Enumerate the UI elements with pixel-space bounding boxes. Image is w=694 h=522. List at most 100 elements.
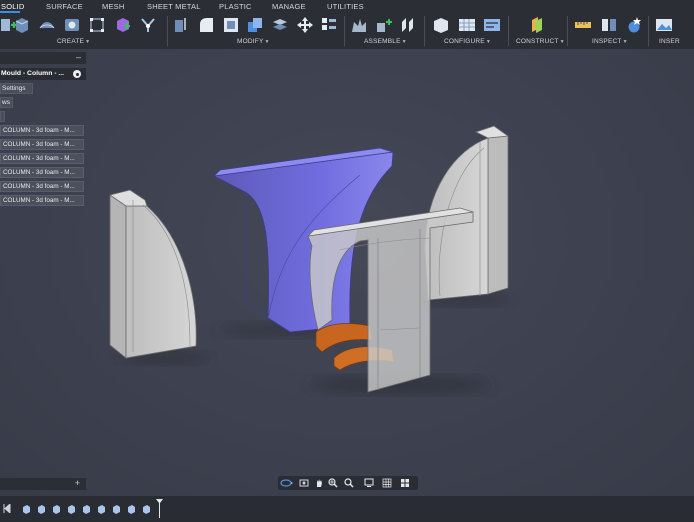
orbit-icon[interactable]: [280, 478, 294, 488]
inspect-group-label[interactable]: INSPECT▼: [592, 38, 628, 45]
configure-label-text: CONFIGURE: [444, 38, 485, 45]
interference-icon[interactable]: [600, 16, 618, 34]
collapse-browser-icon[interactable]: –: [76, 52, 81, 62]
create-form-icon[interactable]: [114, 16, 132, 34]
combine-icon[interactable]: [246, 16, 264, 34]
browser-node-label: ws: [2, 99, 10, 106]
timeline-feature-icon[interactable]: [37, 504, 46, 514]
create-dropdown-icon: ▼: [85, 39, 91, 45]
timeline-feature-icon[interactable]: [82, 504, 91, 514]
inspect-label-text: INSPECT: [592, 38, 622, 45]
create-group-label[interactable]: CREATE▼: [57, 38, 90, 45]
browser-document-root[interactable]: Mould - Column - ...: [0, 68, 86, 80]
timeline-feature-icon[interactable]: [127, 504, 136, 514]
toolbar-separator: [344, 16, 345, 46]
browser-panel-header: –: [0, 52, 86, 64]
timeline-start-icon[interactable]: [3, 504, 11, 513]
split-body-icon[interactable]: [271, 16, 289, 34]
configure-group-label[interactable]: CONFIGURE▼: [444, 38, 491, 45]
toolbar-separator: [167, 16, 168, 46]
shell-icon[interactable]: [222, 16, 240, 34]
offset-plane-icon[interactable]: [528, 16, 546, 34]
timeline-feature-icon[interactable]: [97, 504, 106, 514]
parameters-icon[interactable]: [320, 16, 338, 34]
component-label: COLUMN - 3d foam - M...: [3, 197, 75, 204]
assemble-label-text: ASSEMBLE: [364, 38, 401, 45]
configuration-table-icon[interactable]: [458, 16, 476, 34]
browser-node-collapsed[interactable]: [0, 111, 5, 122]
browser-item-component[interactable]: COLUMN - 3d foam - M...: [0, 195, 84, 206]
viewport-canvas[interactable]: [0, 0, 694, 522]
configure-design-icon[interactable]: [432, 16, 450, 34]
zoom-icon[interactable]: [328, 478, 338, 488]
tab-mesh[interactable]: MESH: [102, 2, 124, 11]
move-icon[interactable]: [296, 16, 314, 34]
revolve-icon[interactable]: [38, 16, 56, 34]
derive-icon[interactable]: [139, 16, 157, 34]
look-at-icon[interactable]: [299, 478, 309, 488]
create-label-text: CREATE: [57, 38, 85, 45]
construct-group-label[interactable]: CONSTRUCT▼: [516, 38, 565, 45]
component-label: COLUMN - 3d foam - M...: [3, 127, 75, 134]
tab-surface[interactable]: SURFACE: [46, 2, 83, 11]
component-label: COLUMN - 3d foam - M...: [3, 183, 75, 190]
toolbar-separator: [424, 16, 425, 46]
tab-utilities[interactable]: UTILITIES: [327, 2, 364, 11]
insert-group-label[interactable]: INSER: [659, 38, 680, 45]
hole-icon[interactable]: [63, 16, 81, 34]
component-label: COLUMN - 3d foam - M...: [3, 169, 75, 176]
add-comment-icon[interactable]: +: [75, 478, 80, 488]
component-label: COLUMN - 3d foam - M...: [3, 141, 75, 148]
modify-label-text: MODIFY: [237, 38, 264, 45]
press-pull-icon[interactable]: [172, 16, 190, 34]
browser-item-component[interactable]: COLUMN - 3d foam - M...: [0, 167, 84, 178]
timeline-feature-icon[interactable]: [22, 504, 31, 514]
active-document-radio-icon[interactable]: [73, 70, 81, 78]
zoom-window-icon[interactable]: [344, 478, 354, 488]
timeline-feature-icon[interactable]: [67, 504, 76, 514]
insert-label-text: INSER: [659, 38, 680, 45]
browser-item-component[interactable]: COLUMN - 3d foam - M...: [0, 125, 84, 136]
document-name: Mould - Column - ...: [1, 70, 65, 77]
insert-image-icon[interactable]: [655, 16, 673, 34]
browser-item-component[interactable]: COLUMN - 3d foam - M...: [0, 153, 84, 164]
toolbar-separator: [567, 16, 568, 46]
viewports-icon[interactable]: [400, 478, 410, 488]
tab-solid[interactable]: SOLID: [1, 2, 25, 11]
timeline-marker-icon[interactable]: [155, 499, 164, 518]
configuration-rules-icon[interactable]: [483, 16, 501, 34]
assemble-dropdown-icon: ▼: [401, 39, 407, 45]
tab-plastic[interactable]: PLASTIC: [219, 2, 252, 11]
tab-manage[interactable]: MANAGE: [272, 2, 306, 11]
browser-item-component[interactable]: COLUMN - 3d foam - M...: [0, 181, 84, 192]
construct-dropdown-icon: ▼: [559, 39, 565, 45]
grid-settings-icon[interactable]: [382, 478, 392, 488]
component-label: COLUMN - 3d foam - M...: [3, 155, 75, 162]
timeline-feature-icon[interactable]: [52, 504, 61, 514]
extrude-icon[interactable]: [13, 16, 31, 34]
pattern-icon[interactable]: [88, 16, 106, 34]
joint-origin-icon[interactable]: [375, 16, 393, 34]
timeline-feature-icon[interactable]: [112, 504, 121, 514]
as-built-joint-icon[interactable]: [399, 16, 417, 34]
construct-label-text: CONSTRUCT: [516, 38, 559, 45]
toolbar-separator: [508, 16, 509, 46]
tab-sheet-metal[interactable]: SHEET METAL: [147, 2, 201, 11]
pan-icon[interactable]: [314, 478, 324, 488]
timeline-feature-icon[interactable]: [142, 504, 151, 514]
fusion-window: SOLID SURFACE MESH SHEET METAL PLASTIC M…: [0, 0, 694, 522]
browser-node-settings[interactable]: Settings: [0, 83, 33, 94]
toolbar-separator: [648, 16, 649, 46]
new-joint-icon[interactable]: [350, 16, 368, 34]
configure-dropdown-icon: ▼: [485, 39, 491, 45]
navigation-bar: [278, 476, 418, 490]
measure-icon[interactable]: [574, 16, 592, 34]
inspect-dropdown-icon: ▼: [622, 39, 628, 45]
assemble-group-label[interactable]: ASSEMBLE▼: [364, 38, 407, 45]
fillet-icon[interactable]: [197, 16, 215, 34]
display-settings-icon[interactable]: [364, 478, 374, 488]
browser-node-views[interactable]: ws: [0, 97, 13, 108]
curvature-analysis-icon[interactable]: [625, 16, 643, 34]
browser-item-component[interactable]: COLUMN - 3d foam - M...: [0, 139, 84, 150]
modify-group-label[interactable]: MODIFY▼: [237, 38, 270, 45]
